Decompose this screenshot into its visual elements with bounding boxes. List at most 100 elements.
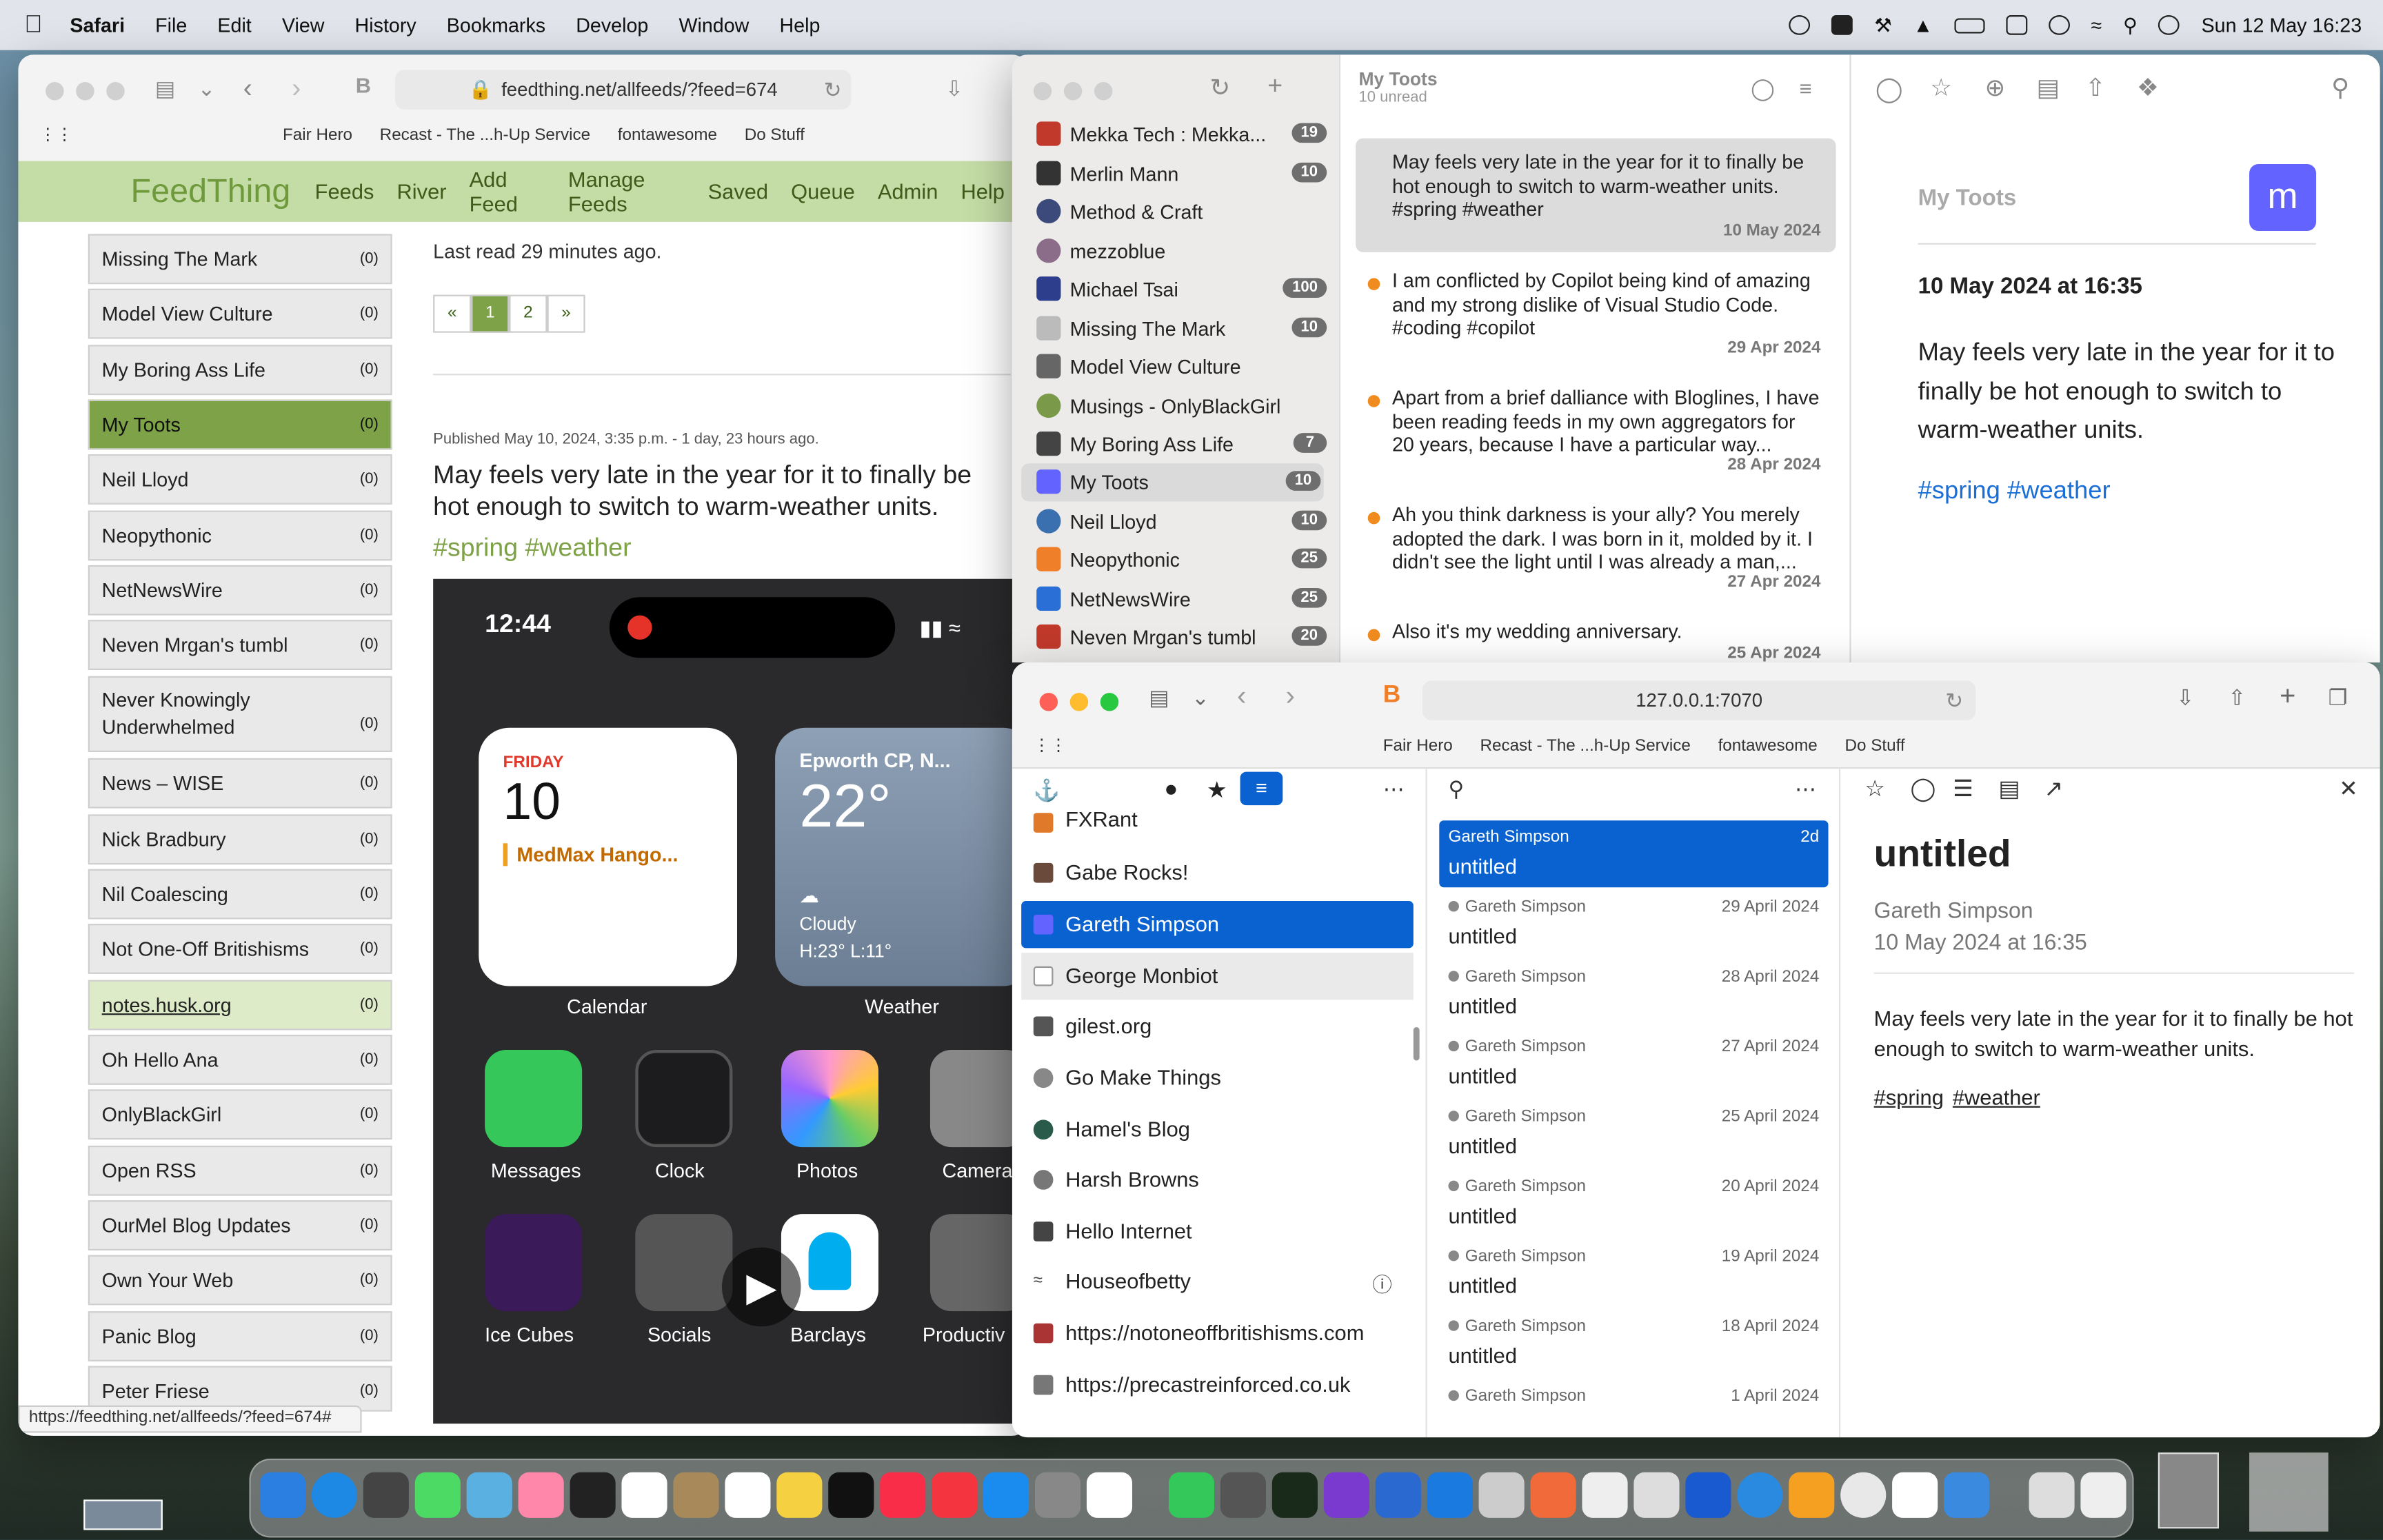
zoom-button[interactable] bbox=[1094, 82, 1113, 101]
menu-help[interactable]: Help bbox=[779, 14, 820, 37]
socials-folder-icon[interactable] bbox=[635, 1214, 733, 1312]
article-row-selected[interactable]: May feels very late in the year for it t… bbox=[1356, 138, 1836, 252]
fav-do-stuff[interactable]: Do Stuff bbox=[1844, 736, 1904, 754]
menu-app-name[interactable]: Safari bbox=[70, 14, 125, 37]
feed-item[interactable]: OurMel Blog Updates (0) bbox=[88, 1200, 392, 1250]
menu-develop[interactable]: Develop bbox=[576, 14, 648, 37]
share-icon[interactable]: ⇧ bbox=[2085, 73, 2106, 103]
chrome-icon[interactable] bbox=[1840, 1472, 1887, 1518]
book-icon[interactable]: ▤ bbox=[1998, 775, 2020, 802]
menu-clock[interactable]: Sun 12 May 16:23 bbox=[2202, 14, 2362, 37]
item-row[interactable]: Gareth Simpson 19 April 2024 untitled bbox=[1439, 1240, 1828, 1307]
next-unread-icon[interactable]: ⊕ bbox=[1985, 73, 2006, 103]
settings-icon[interactable] bbox=[1034, 1472, 1081, 1518]
nnw-feed-item[interactable]: Neven Mrgan's tumbl 20 bbox=[1012, 618, 1339, 656]
article-row[interactable]: Ah you think darkness is your ally? You … bbox=[1356, 503, 1836, 609]
feed-item[interactable]: Neil Lloyd (0) bbox=[88, 454, 392, 505]
contacts-icon[interactable] bbox=[673, 1472, 719, 1518]
menu-history[interactable]: History bbox=[355, 14, 416, 37]
reminders-icon[interactable] bbox=[725, 1472, 771, 1518]
fav-fontawesome[interactable]: fontawesome bbox=[618, 125, 717, 143]
mark-read-icon[interactable]: ◯ bbox=[1751, 76, 1775, 101]
messages-app-icon[interactable] bbox=[485, 1050, 583, 1148]
nnw-feed-item[interactable]: Mekka Tech : Mekka... 19 bbox=[1012, 116, 1339, 154]
menu-file[interactable]: File bbox=[155, 14, 187, 37]
minimize-button[interactable] bbox=[1063, 82, 1083, 101]
source-item[interactable]: Gabe Rocks! bbox=[1021, 849, 1414, 896]
nnw-feed-item[interactable]: Method & Craft bbox=[1012, 193, 1339, 231]
clock-app-icon[interactable] bbox=[635, 1050, 733, 1148]
app-icon[interactable] bbox=[1789, 1472, 1835, 1518]
app-icon[interactable] bbox=[1737, 1472, 1783, 1518]
appletv-icon[interactable] bbox=[828, 1472, 874, 1518]
nnw-feed-item[interactable]: Musings - OnlyBlackGirl bbox=[1012, 387, 1339, 425]
feed-item[interactable]: News – WISE (0) bbox=[88, 758, 392, 809]
add-icon[interactable]: + bbox=[1267, 72, 1283, 102]
calendar-widget[interactable]: FRIDAY 10 MedMax Hango... bbox=[479, 727, 737, 986]
zoom-button[interactable] bbox=[1100, 693, 1119, 711]
rocket-icon[interactable]: ▲ bbox=[1913, 14, 1933, 37]
battery-icon[interactable] bbox=[1954, 17, 1985, 33]
search-icon[interactable]: ⚲ bbox=[2331, 73, 2349, 103]
more-icon[interactable]: ⋯ bbox=[1383, 776, 1405, 802]
feed-item[interactable]: Own Your Web (0) bbox=[88, 1255, 392, 1306]
forward-icon[interactable]: › bbox=[292, 73, 301, 105]
weather-widget[interactable]: Epworth CP, N... 22° ☁ Cloudy H:23° L:11… bbox=[775, 727, 1027, 986]
app-icon[interactable] bbox=[1685, 1472, 1731, 1518]
bbedit-ext-icon[interactable]: B bbox=[356, 73, 371, 97]
numbers-icon[interactable] bbox=[1168, 1472, 1215, 1518]
feed-item[interactable]: NetNewsWire (0) bbox=[88, 565, 392, 616]
grid-icon[interactable]: ⋮⋮ bbox=[1034, 736, 1067, 755]
more-icon[interactable]: ⋯ bbox=[1795, 776, 1816, 802]
trash-icon[interactable] bbox=[2080, 1472, 2126, 1518]
grid-icon[interactable]: ⋮⋮ bbox=[39, 125, 72, 144]
sliders-icon[interactable]: ☰ bbox=[1953, 775, 1973, 802]
back-icon[interactable]: ‹ bbox=[1237, 680, 1246, 712]
detail-tags[interactable]: #spring #weather bbox=[1918, 477, 2111, 506]
chevron-down-icon[interactable]: ⌄ bbox=[1192, 685, 1209, 711]
close-button[interactable] bbox=[46, 82, 64, 101]
share-icon[interactable]: ⇧ bbox=[2228, 685, 2246, 711]
feed-item[interactable]: notes.husk.org (0) bbox=[88, 980, 392, 1031]
tag-link[interactable]: #spring bbox=[1874, 1085, 1944, 1109]
feed-item[interactable]: Nil Coalescing (0) bbox=[88, 869, 392, 920]
page-2[interactable]: 2 bbox=[509, 294, 547, 333]
feed-item-selected[interactable]: My Toots (0) bbox=[88, 399, 392, 450]
messages-icon[interactable] bbox=[414, 1472, 461, 1518]
nav-queue[interactable]: Queue bbox=[791, 179, 855, 203]
nav-manage-feeds[interactable]: Manage Feeds bbox=[568, 167, 685, 216]
nnw-feed-item[interactable]: Missing The Mark 10 bbox=[1012, 310, 1339, 348]
star-icon[interactable]: ☆ bbox=[1864, 775, 1885, 802]
source-item-selected[interactable]: Gareth Simpson bbox=[1021, 901, 1414, 949]
read-circle-icon[interactable]: ◯ bbox=[1876, 74, 1902, 105]
wifi-icon[interactable]: ≈ bbox=[2091, 14, 2102, 37]
feed-item[interactable]: Open RSS (0) bbox=[88, 1145, 392, 1196]
terminal-icon[interactable] bbox=[570, 1472, 616, 1518]
source-item[interactable]: https://notoneoffbritishisms.com bbox=[1021, 1310, 1414, 1357]
app-icon[interactable] bbox=[1478, 1472, 1525, 1518]
article-row[interactable]: Apart from a brief dalliance with Blogli… bbox=[1356, 386, 1836, 492]
ice-cubes-app-icon[interactable] bbox=[485, 1214, 583, 1312]
music-icon[interactable] bbox=[880, 1472, 926, 1518]
wrench-icon[interactable]: ⚒ bbox=[1874, 13, 1892, 37]
app-icon[interactable] bbox=[1944, 1472, 1990, 1518]
read-circle-icon[interactable]: ◯ bbox=[1911, 775, 1936, 802]
news-icon[interactable] bbox=[932, 1472, 978, 1518]
feed-item[interactable]: Panic Blog (0) bbox=[88, 1311, 392, 1361]
nav-feeds[interactable]: Feeds bbox=[315, 179, 374, 203]
app-icon[interactable] bbox=[1582, 1472, 1628, 1518]
source-item[interactable]: gilest.org bbox=[1021, 1003, 1414, 1050]
photos-icon[interactable] bbox=[518, 1472, 564, 1518]
feed-item[interactable]: Oh Hello Ana (0) bbox=[88, 1034, 392, 1085]
menu-window[interactable]: Window bbox=[678, 14, 749, 37]
forward-icon[interactable]: › bbox=[1286, 680, 1295, 712]
feed-item[interactable]: Nick Bradbury (0) bbox=[88, 814, 392, 865]
nav-river[interactable]: River bbox=[397, 179, 447, 203]
app-icon[interactable] bbox=[1323, 1472, 1369, 1518]
new-tab-icon[interactable]: + bbox=[2280, 680, 2295, 712]
keyboard-icon[interactable] bbox=[2005, 15, 2027, 35]
nnw-feed-item[interactable]: My Boring Ass Life 7 bbox=[1012, 425, 1339, 463]
app-icon[interactable] bbox=[1220, 1472, 1267, 1518]
source-item[interactable]: FXRant bbox=[1021, 799, 1414, 846]
bbedit-icon[interactable] bbox=[363, 1472, 409, 1518]
